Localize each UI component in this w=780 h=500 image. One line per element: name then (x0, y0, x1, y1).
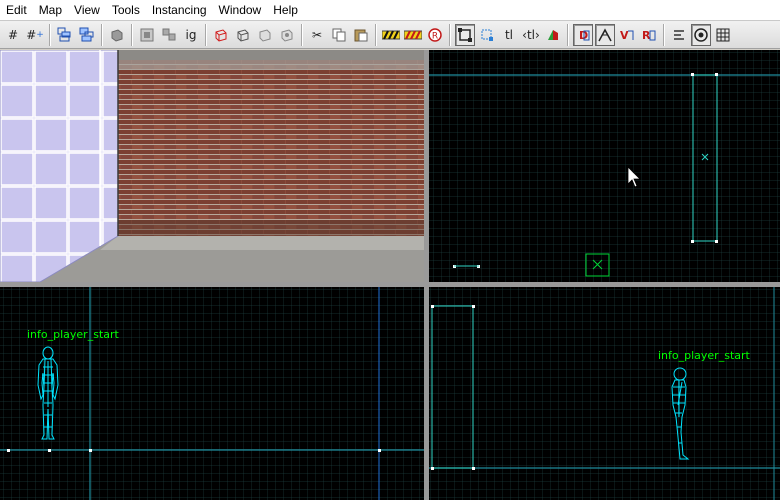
toolbar-separator (101, 23, 103, 46)
menu-help[interactable]: Help (267, 0, 304, 20)
hide-selected-icon[interactable] (107, 24, 127, 46)
visgroup-show-icon[interactable] (159, 24, 179, 46)
toggle-3d-icon[interactable] (543, 24, 563, 46)
menu-view[interactable]: View (68, 0, 106, 20)
svg-text:R: R (432, 31, 438, 41)
toggle-vertices-icon[interactable]: V (617, 24, 637, 46)
selection-tool-icon[interactable] (455, 23, 475, 46)
menu-tools[interactable]: Tools (106, 0, 146, 20)
entity-label-front: info_player_start (27, 328, 120, 341)
clip-brush-icon[interactable] (255, 24, 275, 46)
camera-3d-viewport[interactable] (0, 50, 424, 282)
radius-culling-icon[interactable]: R (425, 24, 445, 46)
wireframe-icon[interactable] (713, 24, 733, 46)
menu-map[interactable]: Map (33, 0, 68, 20)
vertex-brush-icon[interactable] (277, 24, 297, 46)
hazard-icon[interactable] (381, 24, 401, 46)
entity-label-side: info_player_start (658, 349, 751, 362)
group-icon[interactable] (55, 24, 75, 46)
cut-icon[interactable]: ✂ (307, 24, 327, 46)
toolbar-separator (205, 23, 207, 46)
visgroup-icon[interactable] (137, 24, 157, 46)
menu-edit[interactable]: Edit (0, 0, 33, 20)
main-toolbar: # # + ig ✂ R tl ‹tl› D V R (0, 21, 780, 49)
toolbar-separator (49, 23, 51, 46)
toolbar-separator (131, 23, 133, 46)
camera-3d-scene (0, 50, 424, 282)
svg-text:V: V (620, 29, 629, 42)
hazard-red-icon[interactable] (403, 24, 423, 46)
entity-report-icon[interactable] (669, 24, 689, 46)
texture-lock-button[interactable]: tl (499, 24, 519, 46)
grid-smaller-icon[interactable]: # (3, 24, 23, 46)
toggle-radius-icon[interactable]: R (639, 24, 659, 46)
toolbar-separator (301, 23, 303, 46)
toolbar-separator (663, 23, 665, 46)
paste-icon[interactable] (351, 24, 371, 46)
toolbar-separator (375, 23, 377, 46)
menu-window[interactable]: Window (213, 0, 268, 20)
side-2d-viewport[interactable]: info_player_start (429, 287, 780, 500)
viewport-area: info_player_start info_player_start (0, 50, 780, 500)
toolbar-separator (567, 23, 569, 46)
ungroup-icon[interactable] (77, 24, 97, 46)
scale-texture-lock-icon[interactable]: ‹tl› (521, 24, 541, 46)
menu-instancing[interactable]: Instancing (146, 0, 213, 20)
carve-icon[interactable] (211, 24, 231, 46)
toolbar-separator (449, 23, 451, 46)
front-grid: info_player_start (0, 287, 424, 500)
toggle-models-icon[interactable]: D (573, 23, 593, 46)
top-2d-viewport[interactable] (429, 50, 780, 282)
side-grid: info_player_start (429, 287, 780, 500)
grid-larger-icon[interactable]: # + (25, 24, 45, 46)
menu-bar: Edit Map View Tools Instancing Window He… (0, 0, 780, 21)
toggle-helpers-icon[interactable] (595, 23, 615, 46)
sound-icon[interactable] (691, 23, 711, 46)
select-handles-icon[interactable] (477, 24, 497, 46)
copy-icon[interactable] (329, 24, 349, 46)
hollow-icon[interactable] (233, 24, 253, 46)
front-2d-viewport[interactable]: info_player_start (0, 287, 424, 500)
group-ignore-button[interactable]: ig (181, 24, 201, 46)
top-grid (429, 50, 780, 282)
